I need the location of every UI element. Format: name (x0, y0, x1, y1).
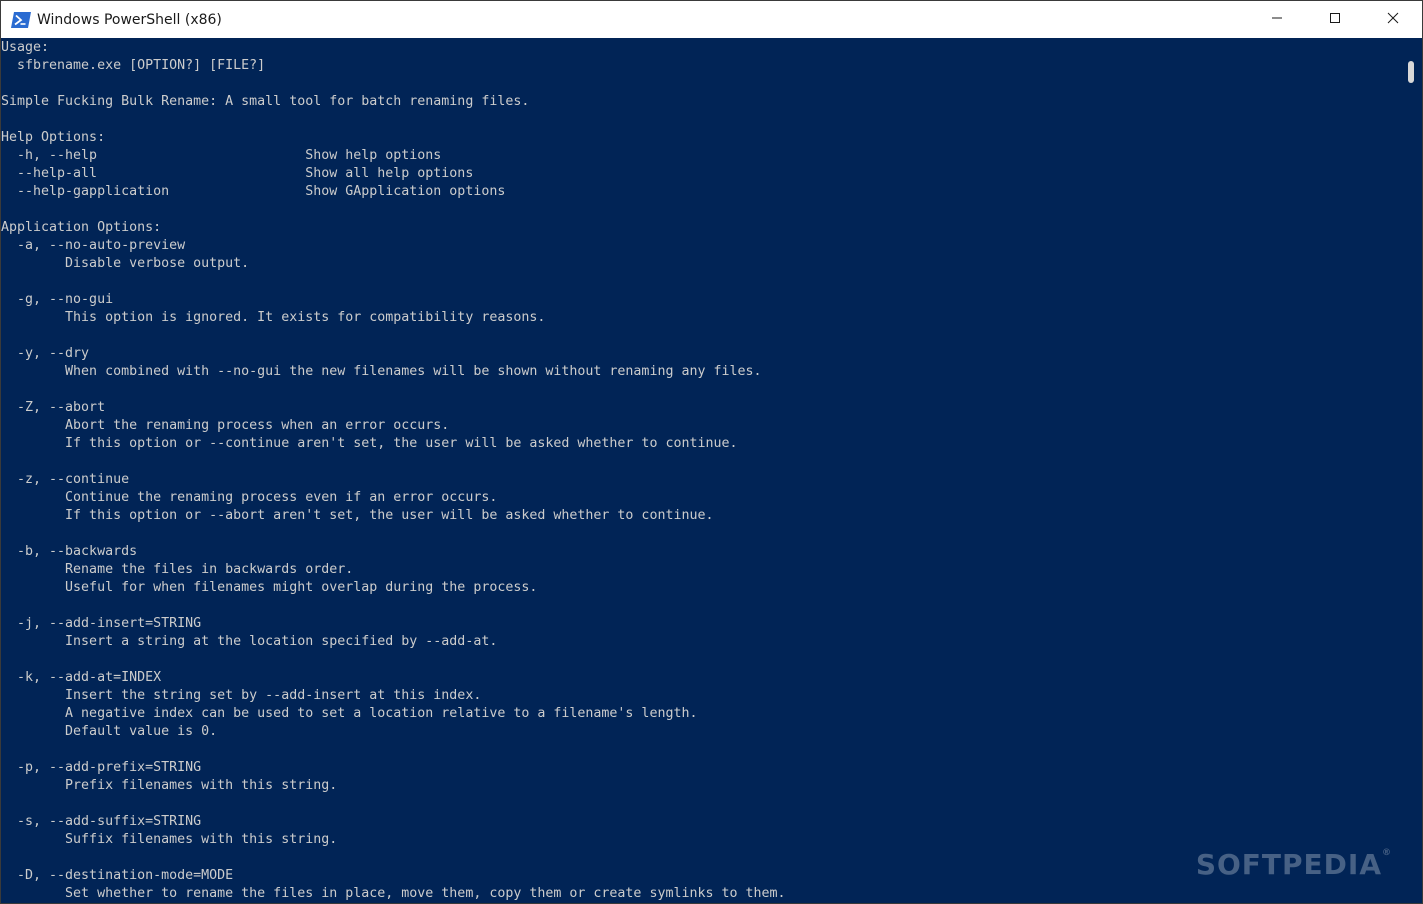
watermark-mark: ® (1382, 848, 1392, 858)
console-line: -y, --dry (1, 346, 90, 361)
console-line: Default value is 0. (1, 724, 218, 739)
console-line: If this option or --abort aren't set, th… (1, 508, 714, 523)
powershell-window: Windows PowerShell (x86) Usage: sfbrenam… (0, 0, 1423, 904)
console-line: -p, --add-prefix=STRING (1, 760, 202, 775)
console-line: --help-gapplication Show GApplication op… (1, 184, 506, 199)
watermark-text: SOFTPEDIA (1195, 848, 1382, 881)
softpedia-watermark: SOFTPEDIA® (1196, 848, 1392, 881)
console-line: Application Options: (1, 220, 162, 235)
console-line: Prefix filenames with this string. (1, 778, 338, 793)
title-bar[interactable]: Windows PowerShell (x86) (1, 1, 1422, 38)
console-line: If this option or --continue aren't set,… (1, 436, 738, 451)
console-line: When combined with --no-gui the new file… (1, 364, 762, 379)
window-title: Windows PowerShell (x86) (37, 11, 222, 28)
console-line: Insert the string set by --add-insert at… (1, 688, 482, 703)
console-line: -a, --no-auto-preview (1, 238, 186, 253)
console-line: Suffix filenames with this string. (1, 832, 338, 847)
console-line: Abort the renaming process when an error… (1, 418, 450, 433)
console-line: Rename the files in backwards order. (1, 562, 354, 577)
console-line: Help Options: (1, 130, 106, 145)
maximize-icon (1329, 11, 1341, 29)
console-line: -h, --help Show help options (1, 148, 442, 163)
console-line: Continue the renaming process even if an… (1, 490, 498, 505)
vertical-scrollbar[interactable] (1400, 38, 1422, 903)
console-line: A negative index can be used to set a lo… (1, 706, 698, 721)
console-line: -D, --destination-mode=MODE (1, 868, 234, 883)
close-button[interactable] (1364, 1, 1422, 38)
console-line: Disable verbose output. (1, 256, 250, 271)
console-line: Simple Fucking Bulk Rename: A small tool… (1, 94, 530, 109)
console-line: -Z, --abort (1, 400, 106, 415)
console-line: This option is ignored. It exists for co… (1, 310, 546, 325)
window-controls (1248, 1, 1422, 38)
console-line: Usage: (1, 40, 50, 55)
console-line: Set whether to rename the files in place… (1, 886, 786, 901)
console-line: -b, --backwards (1, 544, 138, 559)
console-line: -g, --no-gui (1, 292, 114, 307)
powershell-icon[interactable] (11, 11, 31, 29)
console-output[interactable]: Usage: sfbrename.exe [OPTION?] [FILE?] Si… (1, 38, 1399, 903)
minimize-button[interactable] (1248, 1, 1306, 38)
scrollbar-thumb[interactable] (1408, 61, 1414, 83)
console-line: sfbrename.exe [OPTION?] [FILE?] (1, 58, 266, 73)
console-line: -s, --add-suffix=STRING (1, 814, 202, 829)
console-line: -z, --continue (1, 472, 130, 487)
console-line: --help-all Show all help options (1, 166, 474, 181)
console-line: -k, --add-at=INDEX (1, 670, 162, 685)
console-line: Useful for when filenames might overlap … (1, 580, 538, 595)
console-line: -j, --add-insert=STRING (1, 616, 202, 631)
minimize-icon (1271, 11, 1283, 29)
console-line: Insert a string at the location specifie… (1, 634, 498, 649)
maximize-button[interactable] (1306, 1, 1364, 38)
close-icon (1387, 11, 1399, 29)
